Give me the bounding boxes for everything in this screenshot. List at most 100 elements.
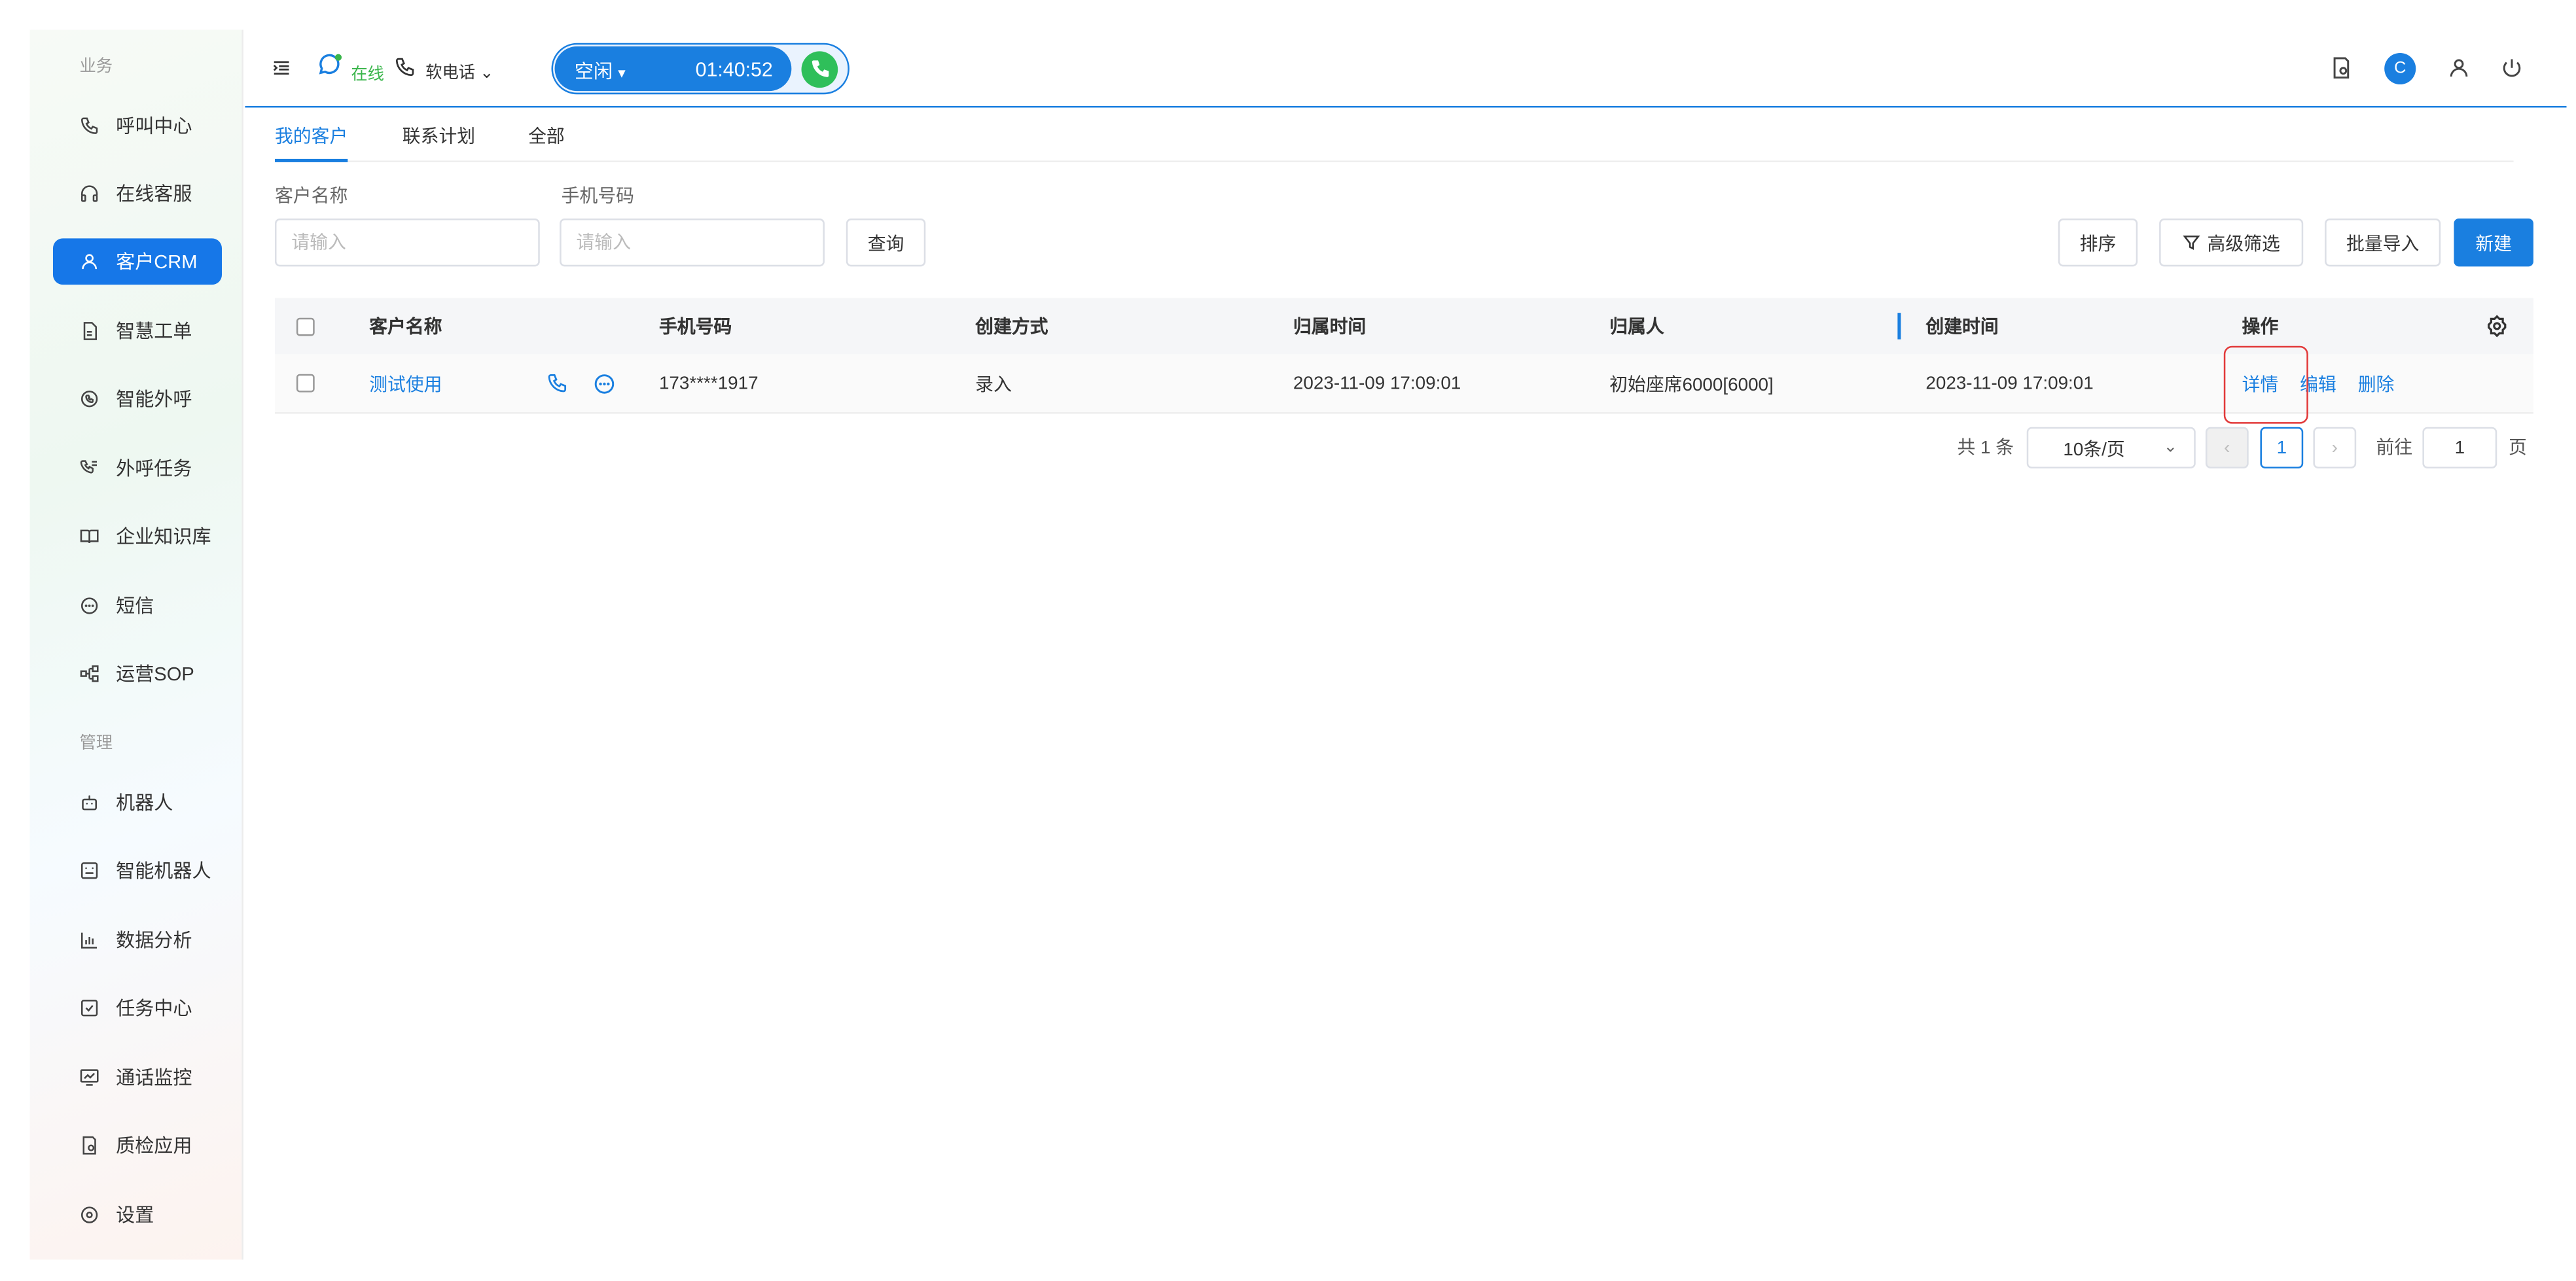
call-status-dropdown[interactable]: 空闲 ▾ xyxy=(575,58,626,84)
new-button[interactable]: 新建 xyxy=(2454,218,2533,267)
sidebar-item-sop[interactable]: 运营SOP xyxy=(53,650,222,697)
batch-import-button[interactable]: 批量导入 xyxy=(2325,218,2441,267)
monitor-chart-icon xyxy=(80,1069,99,1086)
filter-icon xyxy=(2183,236,2200,250)
whatsapp-phone-icon xyxy=(80,391,98,408)
sidebar-item-call-monitor[interactable]: 通话监控 xyxy=(53,1055,222,1101)
page-size-select[interactable]: 10条/页 ⌄ xyxy=(2026,427,2196,468)
customer-table: 客户名称 手机号码 创建方式 归属时间 归属人 创建时间 操作 测试使用 173… xyxy=(274,298,2533,414)
sidebar-item-smart-outbound[interactable]: 智能外呼 xyxy=(53,376,222,422)
goto-page-input[interactable]: 1 xyxy=(2422,427,2497,468)
online-status-text[interactable]: 在线 xyxy=(351,60,384,84)
menu-toggle-icon[interactable] xyxy=(272,58,291,78)
table-row: 测试使用 173****1917 录入 2023-11-09 17:09:01 … xyxy=(274,354,2533,414)
checkbox-box xyxy=(296,374,315,393)
tab-my-customers[interactable]: 我的客户 xyxy=(274,122,348,162)
chevron-down-icon: ▾ xyxy=(618,64,626,81)
gear-icon xyxy=(2488,315,2507,338)
header-customer-name: 客户名称 xyxy=(369,317,442,338)
smart-robot-icon xyxy=(80,862,98,879)
sidebar-item-quality-check[interactable]: 质检应用 xyxy=(53,1122,222,1168)
headset-icon xyxy=(80,185,98,202)
softphone-dropdown[interactable]: 软电话 ⌄ xyxy=(425,58,493,83)
sidebar-item-label: 智能机器人 xyxy=(116,862,211,883)
header-create-time: 创建时间 xyxy=(1925,317,1999,338)
user-profile-icon[interactable] xyxy=(2447,56,2470,79)
table-header: 客户名称 手机号码 创建方式 归属时间 归属人 创建时间 操作 xyxy=(274,298,2533,355)
sidebar-item-label: 客户CRM xyxy=(116,253,198,273)
sidebar-item-label: 机器人 xyxy=(116,794,173,815)
sidebar-item-robot[interactable]: 机器人 xyxy=(53,780,222,826)
sidebar-item-settings[interactable]: 设置 xyxy=(53,1192,222,1238)
customer-name-input[interactable] xyxy=(274,218,540,267)
sidebar-item-sms[interactable]: 短信 xyxy=(53,583,222,629)
cell-owner: 初始座席6000[6000] xyxy=(1609,375,1774,395)
select-all-checkbox[interactable] xyxy=(296,298,315,354)
power-icon[interactable] xyxy=(2500,56,2523,79)
section-label-management: 管理 xyxy=(79,735,113,754)
top-bar: 在线 软电话 ⌄ 空闲 ▾ 01:40:52 C xyxy=(245,30,2567,108)
sms-customer-button[interactable] xyxy=(593,354,616,412)
checkbox-box xyxy=(296,317,315,336)
next-page-button[interactable]: › xyxy=(2313,427,2357,468)
sidebar-item-data-analysis[interactable]: 数据分析 xyxy=(53,917,222,964)
edit-link[interactable]: 编辑 xyxy=(2300,354,2336,412)
call-status-inner: 空闲 ▾ 01:40:52 xyxy=(554,46,792,92)
sidebar-item-online-service[interactable]: 在线客服 xyxy=(53,171,222,217)
phone-icon xyxy=(548,374,567,393)
page-number-current[interactable]: 1 xyxy=(2260,427,2304,468)
tab-contact-plan[interactable]: 联系计划 xyxy=(402,122,475,162)
phone-answer-icon xyxy=(812,60,829,77)
sidebar-item-call-center[interactable]: 呼叫中心 xyxy=(53,103,222,149)
sidebar-item-task-center[interactable]: 任务中心 xyxy=(53,985,222,1031)
tab-all[interactable]: 全部 xyxy=(528,122,565,162)
sidebar-item-label: 质检应用 xyxy=(116,1137,192,1157)
sidebar-item-label: 呼叫中心 xyxy=(116,117,192,137)
column-settings-button[interactable] xyxy=(2486,298,2509,354)
sort-button[interactable]: 排序 xyxy=(2058,218,2138,267)
sidebar: 业务 呼叫中心 在线客服 客户CRM 智慧工单 智能外呼 外呼任务 企业知识库 xyxy=(29,29,243,1260)
page-suffix: 页 xyxy=(2508,438,2527,459)
detail-link[interactable]: 详情 xyxy=(2242,354,2279,412)
goto-label: 前往 xyxy=(2376,438,2413,459)
online-chat-icon xyxy=(319,54,342,75)
sidebar-item-knowledge-base[interactable]: 企业知识库 xyxy=(53,513,222,559)
notice-doc-icon[interactable] xyxy=(2330,56,2353,79)
query-button[interactable]: 查询 xyxy=(846,218,926,267)
page-size-value: 10条/页 xyxy=(2063,439,2125,460)
column-resize-handle[interactable] xyxy=(1897,313,1901,340)
sidebar-item-label: 通话监控 xyxy=(116,1069,192,1089)
quality-check-icon xyxy=(82,1136,96,1155)
chevron-down-icon: ⌄ xyxy=(480,64,494,83)
phone-icon xyxy=(80,117,98,134)
header-assign-time: 归属时间 xyxy=(1293,317,1367,338)
phone-label: 手机号码 xyxy=(561,186,634,207)
cell-create-time: 2023-11-09 17:09:01 xyxy=(1925,373,2094,393)
sidebar-item-crm[interactable]: 客户CRM xyxy=(52,238,223,285)
sidebar-item-work-order[interactable]: 智慧工单 xyxy=(53,308,222,355)
sidebar-item-smart-robot[interactable]: 智能机器人 xyxy=(53,847,222,894)
sidebar-item-outbound-task[interactable]: 外呼任务 xyxy=(53,446,222,492)
phone-input[interactable] xyxy=(560,218,825,267)
header-operations: 操作 xyxy=(2242,317,2279,338)
task-check-icon xyxy=(80,1000,98,1017)
chevron-down-icon: ⌄ xyxy=(2163,438,2177,457)
delete-link[interactable]: 删除 xyxy=(2358,354,2395,412)
answer-call-button[interactable] xyxy=(801,51,838,88)
advanced-filter-button[interactable]: 高级筛选 xyxy=(2159,218,2304,267)
avatar[interactable]: C xyxy=(2384,52,2416,85)
header-phone: 手机号码 xyxy=(658,317,732,338)
sidebar-item-label: 运营SOP xyxy=(116,665,194,686)
header-owner: 归属人 xyxy=(1609,317,1664,338)
call-status-pill: 空闲 ▾ 01:40:52 xyxy=(551,43,850,95)
sidebar-item-label: 设置 xyxy=(116,1206,154,1227)
sidebar-item-label: 智慧工单 xyxy=(116,323,192,343)
cell-assign-time: 2023-11-09 17:09:01 xyxy=(1293,373,1461,393)
prev-page-button[interactable]: ‹ xyxy=(2205,427,2249,468)
customer-name-link[interactable]: 测试使用 xyxy=(369,354,442,412)
pagination-total: 共 1 条 xyxy=(1957,438,2014,459)
call-customer-button[interactable] xyxy=(546,354,568,412)
call-status-label: 空闲 xyxy=(574,63,613,83)
row-checkbox[interactable] xyxy=(296,354,315,412)
sidebar-item-label: 在线客服 xyxy=(116,185,192,205)
